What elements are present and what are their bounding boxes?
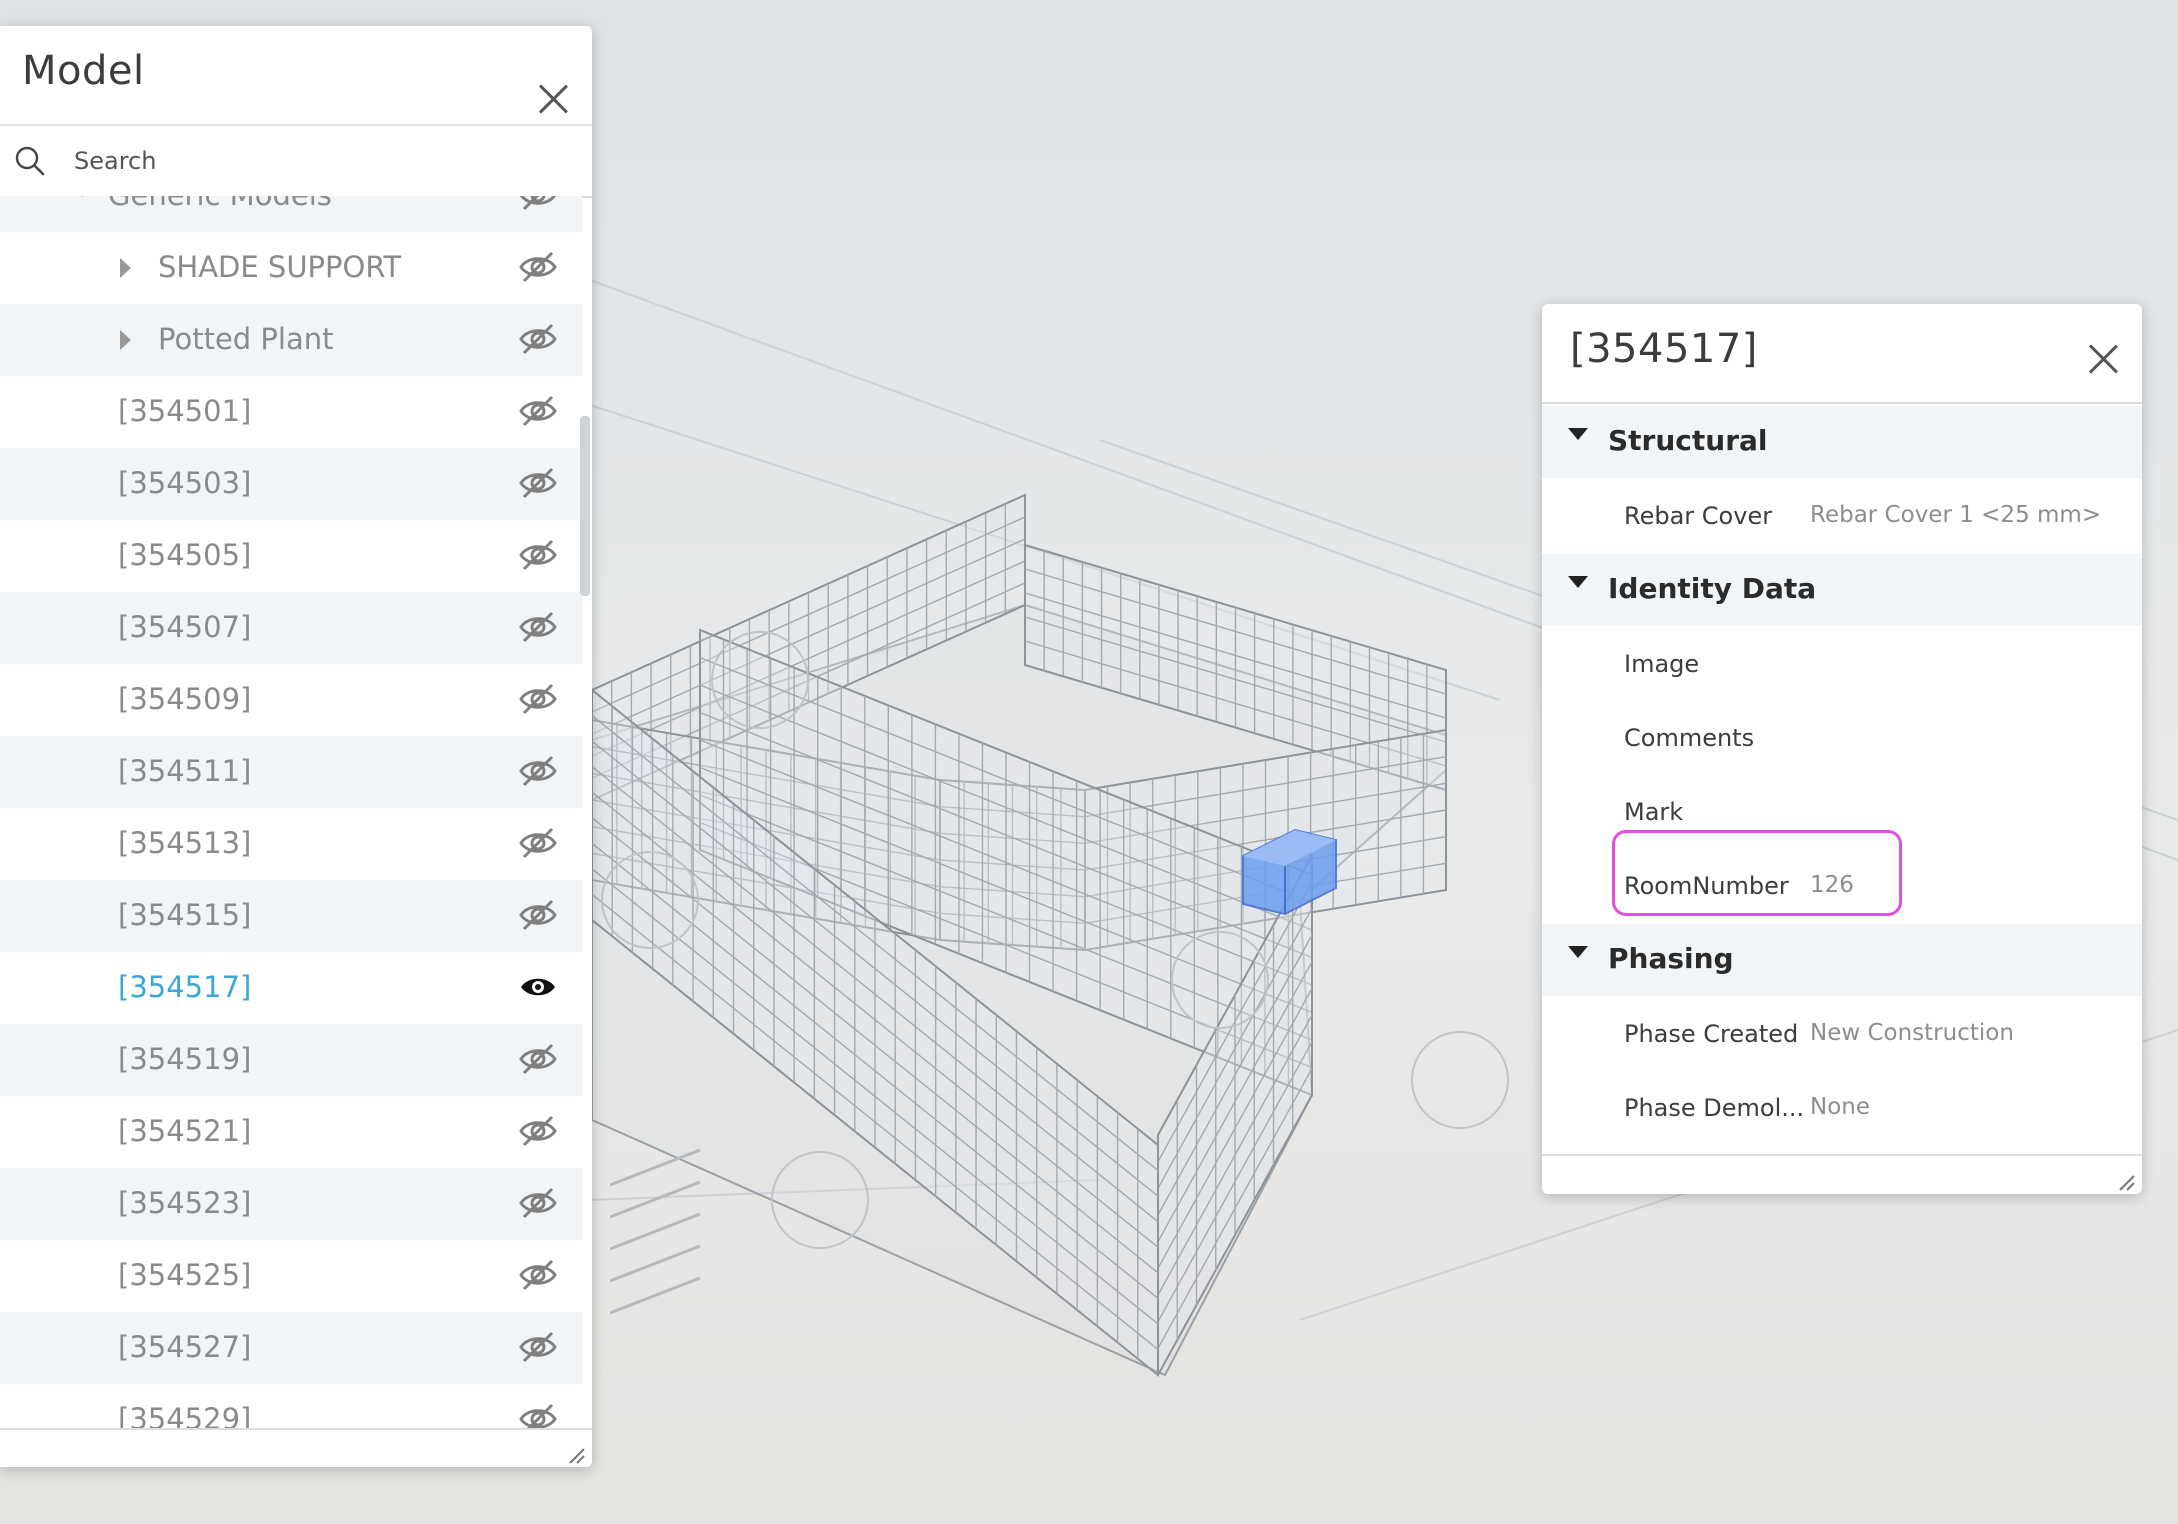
- panel-title: Model: [22, 48, 145, 94]
- search-input[interactable]: [72, 140, 556, 182]
- eye-slash-icon[interactable]: [518, 826, 558, 860]
- tree-row[interactable]: Generic Models: [0, 196, 582, 232]
- tree-row[interactable]: [354517]: [0, 952, 582, 1024]
- eye-slash-icon[interactable]: [518, 322, 558, 356]
- tree-row-label: [354521]: [118, 1114, 252, 1148]
- tree-row-label: [354505]: [118, 538, 252, 572]
- eye-slash-icon[interactable]: [518, 754, 558, 788]
- eye-slash-icon[interactable]: [518, 394, 558, 428]
- property-row-rebar-cover: Rebar Cover Rebar Cover 1 <25 mm>: [1542, 480, 2142, 552]
- property-value: New Construction: [1810, 1020, 2014, 1046]
- parking-stripe: [609, 1276, 701, 1315]
- eye-slash-icon[interactable]: [518, 1330, 558, 1364]
- tree-row[interactable]: [354523]: [0, 1168, 582, 1240]
- panel-footer: [0, 1428, 592, 1467]
- eye-slash-icon[interactable]: [518, 1258, 558, 1292]
- parking-stripe: [609, 1212, 701, 1251]
- eye-slash-icon[interactable]: [518, 538, 558, 572]
- caret-right-icon[interactable]: [120, 330, 131, 350]
- eye-slash-icon[interactable]: [518, 1114, 558, 1148]
- eye-slash-icon[interactable]: [518, 250, 558, 284]
- search-bar: [0, 124, 592, 198]
- tree-row-label: [354507]: [118, 610, 252, 644]
- tree-row-label: [354517]: [118, 970, 252, 1004]
- section-label: Identity Data: [1608, 572, 1817, 605]
- close-icon[interactable]: [2088, 344, 2118, 374]
- section-phasing[interactable]: Phasing: [1542, 924, 2142, 996]
- property-row-phase-created: Phase Created New Construction: [1542, 998, 2142, 1070]
- properties-panel: [354517] Structural Rebar Cover Rebar Co…: [1542, 304, 2142, 1194]
- tree-row-label: [354519]: [118, 1042, 252, 1076]
- tree-row[interactable]: [354501]: [0, 376, 582, 448]
- eye-slash-icon[interactable]: [518, 682, 558, 716]
- divider: [1542, 402, 2142, 404]
- eye-slash-icon[interactable]: [518, 1042, 558, 1076]
- model-browser-panel: Model Generic Models SHADE SUPPORT Potted …: [0, 26, 592, 1467]
- tree-row[interactable]: [354511]: [0, 736, 582, 808]
- tree-row[interactable]: [354505]: [0, 520, 582, 592]
- tree-row[interactable]: [354503]: [0, 448, 582, 520]
- tree-row[interactable]: [354521]: [0, 1096, 582, 1168]
- tree-row-label: [354503]: [118, 466, 252, 500]
- resize-handle-icon[interactable]: [564, 1443, 586, 1465]
- property-name: Mark: [1624, 798, 1684, 826]
- eye-slash-icon[interactable]: [518, 610, 558, 644]
- tree-row-label: Potted Plant: [158, 322, 334, 356]
- tree-row-label: [354501]: [118, 394, 252, 428]
- tree-row[interactable]: [354513]: [0, 808, 582, 880]
- tree-row-label: Generic Models: [108, 196, 332, 212]
- scrollbar-thumb[interactable]: [580, 416, 590, 596]
- tree-row-label: [354511]: [118, 754, 252, 788]
- parking-stripe: [609, 1148, 701, 1187]
- tree-row[interactable]: SHADE SUPPORT: [0, 232, 582, 304]
- property-name: Phase Demol...: [1624, 1094, 1805, 1122]
- tree-row[interactable]: [354527]: [0, 1312, 582, 1384]
- close-icon[interactable]: [538, 84, 568, 114]
- collapse-triangle-icon[interactable]: [1568, 576, 1588, 588]
- property-value: Rebar Cover 1 <25 mm>: [1810, 502, 2102, 528]
- tree-row[interactable]: Potted Plant: [0, 304, 582, 376]
- section-label: Phasing: [1608, 942, 1734, 975]
- eye-slash-icon[interactable]: [518, 466, 558, 500]
- property-row-phase-demolished: Phase Demol... None: [1542, 1072, 2142, 1144]
- model-tree: Generic Models SHADE SUPPORT Potted Plant […: [0, 196, 582, 1454]
- tree-row-label: [354509]: [118, 682, 252, 716]
- caret-down-icon[interactable]: [72, 196, 92, 197]
- tree-row-label: [354513]: [118, 826, 252, 860]
- tree-row[interactable]: [354525]: [0, 1240, 582, 1312]
- section-identity-data[interactable]: Identity Data: [1542, 554, 2142, 626]
- tree-row[interactable]: [354509]: [0, 664, 582, 736]
- property-name: Comments: [1624, 724, 1755, 752]
- tree-outline: [1411, 1031, 1509, 1129]
- eye-icon[interactable]: [518, 970, 558, 1004]
- search-icon: [15, 146, 45, 176]
- caret-right-icon[interactable]: [120, 258, 131, 278]
- section-structural[interactable]: Structural: [1542, 406, 2142, 478]
- tree-row-label: [354515]: [118, 898, 252, 932]
- tree-row-label: SHADE SUPPORT: [158, 250, 402, 284]
- eye-slash-icon[interactable]: [518, 196, 558, 212]
- property-row-comments: Comments: [1542, 702, 2142, 774]
- property-name: Rebar Cover: [1624, 502, 1773, 530]
- tree-row-label: [354525]: [118, 1258, 252, 1292]
- property-name: Image: [1624, 650, 1700, 678]
- resize-handle-icon[interactable]: [2114, 1170, 2136, 1192]
- eye-slash-icon[interactable]: [518, 898, 558, 932]
- collapse-triangle-icon[interactable]: [1568, 946, 1588, 958]
- annotation-highlight-box: [1612, 830, 1902, 916]
- eye-slash-icon[interactable]: [518, 1186, 558, 1220]
- property-value: None: [1810, 1094, 1871, 1120]
- tree-row[interactable]: [354519]: [0, 1024, 582, 1096]
- tree-row[interactable]: [354507]: [0, 592, 582, 664]
- collapse-triangle-icon[interactable]: [1568, 428, 1588, 440]
- tree-row-label: [354523]: [118, 1186, 252, 1220]
- property-name: Phase Created: [1624, 1020, 1799, 1048]
- tree-row-label: [354527]: [118, 1330, 252, 1364]
- parking-stripe: [609, 1244, 701, 1283]
- panel-footer: [1542, 1154, 2142, 1194]
- properties-title: [354517]: [1570, 326, 1758, 372]
- property-row-image: Image: [1542, 628, 2142, 700]
- section-label: Structural: [1608, 424, 1768, 457]
- tree-row[interactable]: [354515]: [0, 880, 582, 952]
